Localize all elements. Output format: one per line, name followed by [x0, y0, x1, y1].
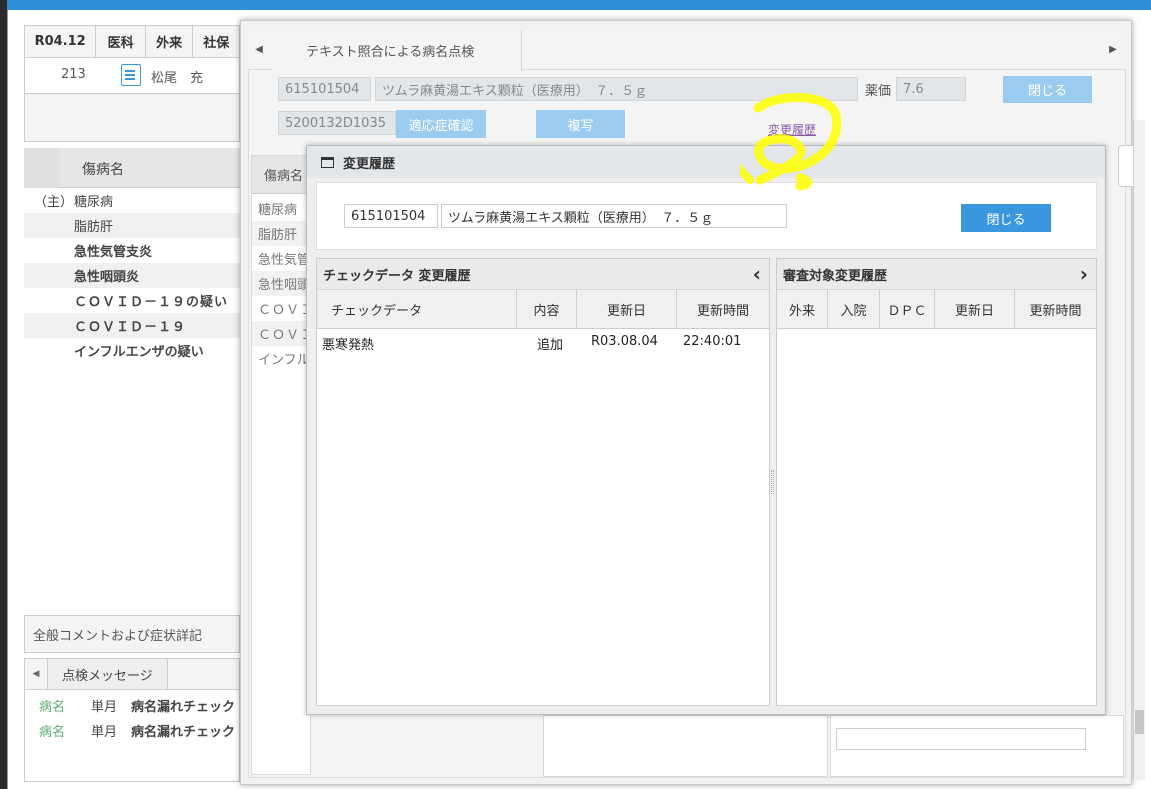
- disease-column-label: 傷病名: [82, 162, 124, 178]
- expand-icon[interactable]: ›: [1080, 262, 1088, 286]
- mid-bottom-panel: [543, 715, 828, 777]
- cell-update-time: 22:40:01: [683, 334, 742, 349]
- insurance-label: 社保: [203, 36, 230, 51]
- tab-text-match-check[interactable]: テキスト照合による病名点検: [272, 30, 522, 71]
- mid-list-item: ＣＯＶＩ: [252, 321, 312, 346]
- col-update-time[interactable]: 更新時間: [1015, 290, 1096, 328]
- scrollbar[interactable]: [1133, 120, 1145, 780]
- mid-column-header: 傷病名: [252, 156, 310, 194]
- price-label: 薬価: [865, 83, 892, 99]
- patient-name: 松尾 充: [151, 71, 204, 86]
- message-period: 単月: [91, 700, 118, 715]
- blank-row: [24, 94, 240, 142]
- drug-code-field[interactable]: 615101504: [278, 77, 371, 101]
- history-drug-code[interactable]: 615101504: [344, 204, 438, 228]
- indication-check-button[interactable]: 適応症確認: [396, 110, 486, 138]
- message-text[interactable]: 病名漏れチェック: [131, 721, 235, 740]
- review-target-history-panel: 審査対象変更履歴 › 外来 入院 ＤＰＣ 更新日 更新時間: [776, 258, 1097, 706]
- mid-list-item: 急性気管: [258, 253, 311, 268]
- mid-list-item: ＣＯＶＩ: [258, 303, 312, 318]
- disease-item[interactable]: ＣＯＶＩＤ－１９の疑い: [24, 288, 240, 313]
- disease-item[interactable]: 脂肪肝: [24, 213, 240, 238]
- window-top-bar: [0, 0, 1151, 10]
- message-period: 単月: [91, 725, 118, 740]
- scrollbar-thumb[interactable]: [1135, 710, 1144, 734]
- check-data-panel-header: チェックデータ 変更履歴 ‹: [317, 259, 769, 290]
- right-bottom-panel: [830, 715, 1124, 777]
- cell-check-data: 悪寒発熱: [322, 338, 375, 353]
- disease-item[interactable]: 急性気管支炎: [24, 238, 240, 263]
- visit-type-label: 外来: [146, 26, 194, 57]
- disease-item[interactable]: （主） 糖尿病: [24, 188, 240, 213]
- col-dpc[interactable]: ＤＰＣ: [880, 290, 935, 328]
- dialog-title: 変更履歴: [343, 156, 396, 172]
- mid-list-item: インフル: [258, 353, 310, 368]
- mid-list-item: 糖尿病: [258, 203, 298, 218]
- review-panel-title: 審査対象変更履歴: [783, 268, 888, 284]
- window-left-edge: [0, 0, 7, 789]
- col-check-data[interactable]: チェックデータ: [317, 290, 517, 328]
- close-button[interactable]: 閉じる: [1003, 76, 1092, 103]
- message-kind: 病名: [39, 700, 66, 715]
- price-field[interactable]: 7.6: [896, 77, 966, 101]
- tab-scroll-left[interactable]: ◀: [248, 30, 270, 68]
- history-drug-name[interactable]: ツムラ麻黄湯エキス顆粒（医療用） ７．５ｇ: [441, 204, 787, 228]
- tab-check-messages[interactable]: 点検メッセージ: [47, 659, 168, 689]
- collapse-icon[interactable]: ‹: [753, 262, 761, 286]
- patient-row: 213 松尾 充: [24, 58, 240, 94]
- disease-item[interactable]: ＣＯＶＩＤ－１９: [24, 313, 240, 338]
- col-content[interactable]: 内容: [517, 290, 577, 328]
- tab-left-arrow[interactable]: ◀: [25, 669, 47, 679]
- mid-disease-column: 傷病名 糖尿病 脂肪肝 急性気管 急性咽頭 ＣＯＶＩ ＣＯＶＩ インフル: [251, 155, 312, 775]
- disease-list: （主） 糖尿病 脂肪肝 急性気管支炎 急性咽頭炎 ＣＯＶＩＤ－１９の疑い ＣＯＶ…: [24, 188, 240, 610]
- message-text[interactable]: 病名漏れチェック: [131, 696, 235, 715]
- col-update-date[interactable]: 更新日: [935, 290, 1015, 328]
- col-outpatient[interactable]: 外来: [777, 290, 828, 328]
- message-kind: 病名: [39, 725, 66, 740]
- review-column-headers: 外来 入院 ＤＰＣ 更新日 更新時間: [777, 290, 1096, 329]
- highlighter-stroke: [740, 163, 754, 184]
- col-inpatient[interactable]: 入院: [828, 290, 880, 328]
- col-update-date[interactable]: 更新日: [577, 290, 677, 328]
- table-row[interactable]: 悪寒発熱 追加 R03.08.04 22:40:01: [317, 330, 769, 354]
- patient-number: 213: [61, 67, 86, 82]
- mid-list-item: 急性咽頭: [252, 271, 312, 296]
- message-tab-bar: ◀ 点検メッセージ: [24, 658, 240, 690]
- highlighter-annotation: [740, 93, 842, 191]
- message-list: 病名 単月 病名漏れチェック 病名 単月 病名漏れチェック: [24, 690, 240, 782]
- bottom-input[interactable]: [836, 728, 1086, 750]
- disease-item[interactable]: 急性咽頭炎: [24, 263, 240, 288]
- copy-button[interactable]: 複写: [536, 110, 625, 138]
- check-data-history-panel: チェックデータ 変更履歴 ‹ チェックデータ 内容 更新日 更新時間 悪寒発熱 …: [316, 258, 770, 706]
- cell-update-date: R03.08.04: [591, 334, 658, 349]
- window-icon: [321, 156, 334, 168]
- highlighter-stroke: [753, 93, 842, 191]
- splitter-handle[interactable]: [771, 470, 774, 494]
- tab-scroll-right[interactable]: ▶: [1102, 30, 1124, 68]
- mid-list-item: 脂肪肝: [252, 221, 312, 246]
- cell-content: 追加: [537, 338, 564, 353]
- disease-column-header: 傷病名: [24, 148, 240, 188]
- receipt-header: R04.12 医科 外来 社保: [24, 25, 240, 58]
- code-field[interactable]: 5200132D1035: [278, 111, 396, 135]
- document-icon[interactable]: [121, 64, 141, 86]
- dept-label: 医科: [96, 26, 146, 57]
- change-history-title-bar: 変更履歴: [307, 146, 1105, 178]
- history-drug-info: 615101504 ツムラ麻黄湯エキス顆粒（医療用） ７．５ｇ 閉じる: [316, 182, 1097, 250]
- check-data-panel-title: チェックデータ 変更履歴: [323, 268, 471, 284]
- history-close-button[interactable]: 閉じる: [961, 204, 1051, 232]
- check-data-column-headers: チェックデータ 内容 更新日 更新時間: [317, 290, 769, 329]
- receipt-month: R04.12: [25, 26, 97, 57]
- comment-section-label[interactable]: 全般コメントおよび症状詳記: [24, 615, 240, 653]
- review-panel-header: 審査対象変更履歴 ›: [777, 259, 1096, 290]
- disease-item[interactable]: インフルエンザの疑い: [24, 338, 240, 363]
- col-update-time[interactable]: 更新時間: [677, 290, 769, 328]
